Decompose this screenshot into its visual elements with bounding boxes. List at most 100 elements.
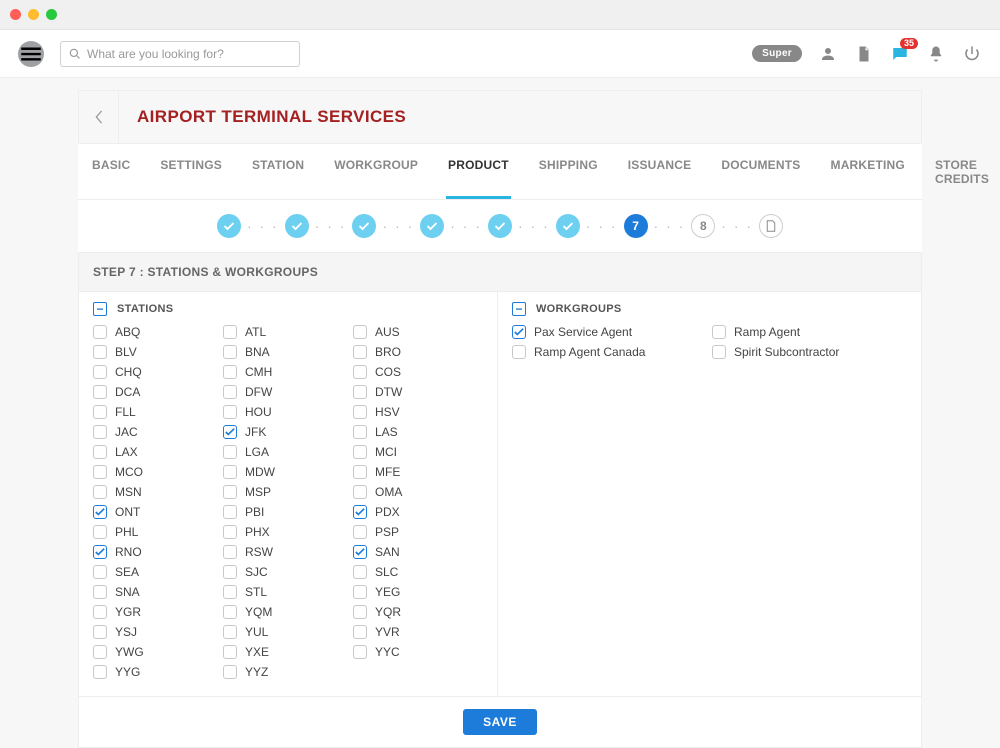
- menu-icon[interactable]: [18, 41, 44, 67]
- checkbox-icon: [223, 565, 237, 579]
- station-item[interactable]: YSJ: [93, 622, 223, 642]
- document-icon[interactable]: [854, 44, 874, 64]
- step-done-3[interactable]: [352, 214, 376, 238]
- station-label: PSP: [375, 525, 399, 539]
- workgroups-grid: Pax Service AgentRamp AgentRamp Agent Ca…: [512, 322, 912, 362]
- station-item[interactable]: SNA: [93, 582, 223, 602]
- station-item[interactable]: STL: [223, 582, 353, 602]
- station-item[interactable]: BRO: [353, 342, 483, 362]
- station-item[interactable]: YYC: [353, 642, 483, 662]
- station-item[interactable]: YYZ: [223, 662, 353, 682]
- search-placeholder: What are you looking for?: [87, 47, 224, 61]
- collapse-workgroups-icon[interactable]: −: [512, 302, 526, 316]
- window-minimize[interactable]: [28, 9, 39, 20]
- checkbox-icon: [93, 605, 107, 619]
- station-item[interactable]: LGA: [223, 442, 353, 462]
- collapse-stations-icon[interactable]: −: [93, 302, 107, 316]
- station-item[interactable]: DCA: [93, 382, 223, 402]
- station-label: YGR: [115, 605, 141, 619]
- window-maximize[interactable]: [46, 9, 57, 20]
- station-item[interactable]: HOU: [223, 402, 353, 422]
- station-item[interactable]: CMH: [223, 362, 353, 382]
- station-item[interactable]: MSP: [223, 482, 353, 502]
- station-item[interactable]: RNO: [93, 542, 223, 562]
- station-item[interactable]: YXE: [223, 642, 353, 662]
- step-done-2[interactable]: [285, 214, 309, 238]
- station-label: HOU: [245, 405, 272, 419]
- power-icon[interactable]: [962, 44, 982, 64]
- station-item[interactable]: LAX: [93, 442, 223, 462]
- messages-icon[interactable]: 35: [890, 44, 910, 64]
- station-item[interactable]: RSW: [223, 542, 353, 562]
- station-item[interactable]: PSP: [353, 522, 483, 542]
- station-label: MCI: [375, 445, 397, 459]
- workgroup-item[interactable]: Pax Service Agent: [512, 322, 712, 342]
- station-item[interactable]: PHL: [93, 522, 223, 542]
- station-item[interactable]: OMA: [353, 482, 483, 502]
- station-item[interactable]: SJC: [223, 562, 353, 582]
- station-item[interactable]: PBI: [223, 502, 353, 522]
- workgroup-item[interactable]: Ramp Agent: [712, 322, 912, 342]
- tab-basic[interactable]: BASIC: [90, 158, 132, 199]
- step-done-4[interactable]: [420, 214, 444, 238]
- tab-workgroup[interactable]: WORKGROUP: [332, 158, 420, 199]
- station-item[interactable]: SLC: [353, 562, 483, 582]
- station-item[interactable]: YUL: [223, 622, 353, 642]
- station-item[interactable]: MFE: [353, 462, 483, 482]
- station-item[interactable]: DTW: [353, 382, 483, 402]
- station-item[interactable]: HSV: [353, 402, 483, 422]
- step-done-1[interactable]: [217, 214, 241, 238]
- station-item[interactable]: YGR: [93, 602, 223, 622]
- station-item[interactable]: PHX: [223, 522, 353, 542]
- station-item[interactable]: YYG: [93, 662, 223, 682]
- station-item[interactable]: JFK: [223, 422, 353, 442]
- station-item[interactable]: JAC: [93, 422, 223, 442]
- tab-settings[interactable]: SETTINGS: [158, 158, 224, 199]
- step-done-5[interactable]: [488, 214, 512, 238]
- tab-store-credits[interactable]: STORE CREDITS: [933, 158, 991, 199]
- step-final-icon[interactable]: [759, 214, 783, 238]
- station-item[interactable]: AUS: [353, 322, 483, 342]
- tab-documents[interactable]: DOCUMENTS: [719, 158, 802, 199]
- station-item[interactable]: BNA: [223, 342, 353, 362]
- station-item[interactable]: YWG: [93, 642, 223, 662]
- window-close[interactable]: [10, 9, 21, 20]
- station-item[interactable]: MDW: [223, 462, 353, 482]
- save-button[interactable]: SAVE: [463, 709, 537, 735]
- station-item[interactable]: MSN: [93, 482, 223, 502]
- user-icon[interactable]: [818, 44, 838, 64]
- station-item[interactable]: LAS: [353, 422, 483, 442]
- tab-product[interactable]: PRODUCT: [446, 158, 511, 199]
- station-item[interactable]: YQM: [223, 602, 353, 622]
- station-item[interactable]: SAN: [353, 542, 483, 562]
- station-item[interactable]: ABQ: [93, 322, 223, 342]
- station-item[interactable]: MCI: [353, 442, 483, 462]
- station-item[interactable]: FLL: [93, 402, 223, 422]
- station-item[interactable]: YEG: [353, 582, 483, 602]
- checkbox-icon: [93, 485, 107, 499]
- station-item[interactable]: ONT: [93, 502, 223, 522]
- station-item[interactable]: PDX: [353, 502, 483, 522]
- workgroup-item[interactable]: Ramp Agent Canada: [512, 342, 712, 362]
- tab-shipping[interactable]: SHIPPING: [537, 158, 600, 199]
- bell-icon[interactable]: [926, 44, 946, 64]
- back-button[interactable]: [79, 90, 119, 144]
- tab-issuance[interactable]: ISSUANCE: [626, 158, 694, 199]
- tab-station[interactable]: STATION: [250, 158, 306, 199]
- tab-marketing[interactable]: MARKETING: [829, 158, 907, 199]
- step-current[interactable]: 7: [624, 214, 648, 238]
- station-item[interactable]: MCO: [93, 462, 223, 482]
- step-future-8[interactable]: 8: [691, 214, 715, 238]
- workgroup-item[interactable]: Spirit Subcontractor: [712, 342, 912, 362]
- step-done-6[interactable]: [556, 214, 580, 238]
- station-item[interactable]: CHQ: [93, 362, 223, 382]
- station-item[interactable]: DFW: [223, 382, 353, 402]
- station-item[interactable]: BLV: [93, 342, 223, 362]
- station-item[interactable]: YQR: [353, 602, 483, 622]
- station-item[interactable]: ATL: [223, 322, 353, 342]
- station-label: PBI: [245, 505, 264, 519]
- search-input[interactable]: What are you looking for?: [60, 41, 300, 67]
- station-item[interactable]: YVR: [353, 622, 483, 642]
- station-item[interactable]: COS: [353, 362, 483, 382]
- station-item[interactable]: SEA: [93, 562, 223, 582]
